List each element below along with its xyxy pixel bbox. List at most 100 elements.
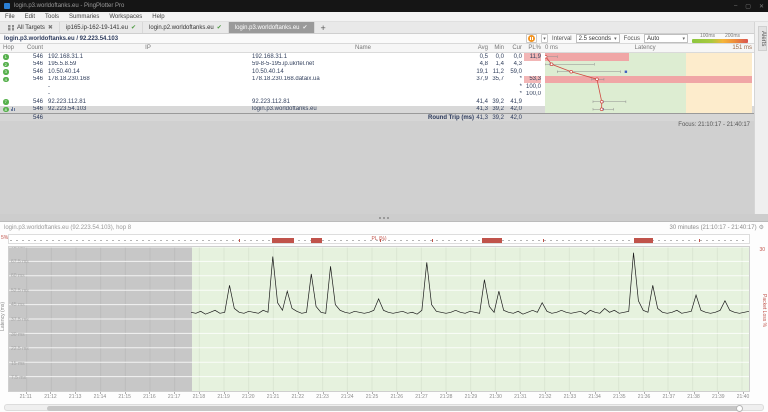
header-avg[interactable]: Avg: [458, 44, 488, 52]
count-cell: [16, 91, 43, 99]
header-hop[interactable]: Hop: [3, 44, 16, 52]
trace-table-body: 1 546 192.168.31.1 192.168.31.1 0,5 0,0 0,0 11,…: [0, 53, 768, 113]
pause-button[interactable]: [525, 34, 537, 43]
packet-loss-strip[interactable]: PL (%): [8, 234, 750, 244]
time-tick-label: 21:37: [662, 394, 676, 400]
focus-select[interactable]: Auto ▾: [644, 34, 688, 43]
packet-loss-cell: 11,9: [524, 53, 541, 61]
time-tick-label: 21:26: [390, 394, 403, 400]
tab-target-2[interactable]: login.p3.worldoftanks.eu ✔: [228, 22, 315, 33]
header-ip[interactable]: IP: [48, 44, 248, 52]
y-axis-label: Latency (ms): [0, 302, 6, 331]
focus-label: Focus: [623, 35, 640, 42]
scrollbar-handle[interactable]: [46, 404, 744, 412]
cur-cell: *: [519, 91, 522, 98]
packet-loss-tick: [543, 238, 545, 242]
ip-cell: -: [48, 83, 50, 90]
interval-select[interactable]: 2.5 seconds ▾: [575, 34, 620, 43]
panel-splitter[interactable]: [0, 214, 768, 221]
maximize-button[interactable]: ▢: [745, 3, 751, 10]
hop-number-badge: 1: [3, 54, 9, 60]
pingplotter-window: login.p3.worldoftanks.eu - PingPlotter P…: [0, 0, 768, 412]
time-tick-label: 21:22: [291, 394, 305, 400]
legend-gradient-bar: [692, 39, 748, 43]
app-icon: [4, 3, 10, 9]
packet-loss-block: [481, 237, 503, 243]
new-tab-button[interactable]: +: [315, 22, 332, 33]
timeline-panel: login.p3.worldoftanks.eu (92.223.54.103)…: [0, 221, 768, 412]
packet-loss-cell: [524, 68, 541, 76]
menu-item-workspaces[interactable]: Workspaces: [109, 14, 142, 20]
packet-loss-tick: [431, 238, 433, 242]
close-icon[interactable]: ✖: [48, 24, 53, 31]
avg-cell: 41,3: [476, 106, 488, 113]
round-trip-row[interactable]: 546 Round Trip (ms) 41,3 39,2 42,0: [0, 113, 768, 121]
alerts-panel-tab[interactable]: Alerts: [758, 26, 767, 52]
timeline-range-label[interactable]: 30 minutes (21:10:17 - 21:40:17): [670, 225, 757, 231]
close-button[interactable]: ✕: [759, 3, 764, 10]
menu-item-file[interactable]: File: [5, 14, 15, 20]
round-trip-count: 546: [32, 114, 43, 121]
avg-cell: 0,5: [479, 53, 488, 60]
header-cur[interactable]: Cur: [506, 44, 522, 52]
packet-loss-cell: 100,0: [525, 83, 541, 90]
time-tick-label: 21:13: [68, 394, 82, 400]
time-tick-label: 21:32: [538, 394, 552, 400]
timeline-graph[interactable]: 75 ms 67.5 ms 60 ms 52.5 ms 45 ms 37.5 ms 30 m…: [8, 246, 750, 392]
ip-cell: 10.50.40.14: [48, 68, 80, 75]
header-min[interactable]: Min: [490, 44, 504, 52]
hop-number-badge: 8: [3, 106, 9, 112]
minimize-button[interactable]: –: [734, 3, 737, 10]
y-tick-label: 45 ms: [11, 302, 25, 309]
min-cell: 35,7: [492, 76, 504, 83]
count-cell: 546: [32, 61, 43, 68]
name-cell: 178.18.230.168.dataix.ua: [252, 76, 320, 83]
name-cell: 192.168.31.1: [252, 53, 288, 60]
scrollbar-knob[interactable]: [736, 404, 744, 412]
packet-loss-right-scale: 30: [759, 247, 765, 253]
tab-target-0[interactable]: ip165.ip-162-19-141.eu ✔: [60, 22, 144, 33]
min-cell: [490, 83, 504, 91]
menu-item-edit[interactable]: Edit: [25, 14, 35, 20]
time-tick-label: 21:15: [118, 394, 131, 400]
cur-cell: 0,0: [513, 53, 522, 60]
cur-cell: 41,9: [510, 98, 522, 105]
workspace-empty-area: [0, 129, 768, 214]
avg-cell: [458, 91, 488, 99]
time-tick-label: 21:19: [217, 394, 230, 400]
min-cell: 11,2: [492, 68, 504, 75]
header-count[interactable]: Count: [16, 44, 43, 52]
tab-all-targets[interactable]: All Targets ✖: [2, 22, 60, 33]
trace-table-header: Hop Count IP Name Avg Min Cur PL% 0 ms L…: [0, 44, 768, 53]
gear-icon[interactable]: ⚙: [759, 224, 764, 231]
hop-cell: 7: [3, 98, 16, 106]
header-pl[interactable]: PL%: [524, 44, 541, 52]
focus-range-label: Focus: 21:10:17 - 21:40:17: [0, 121, 768, 129]
count-cell: [16, 83, 43, 91]
min-cell: 39,2: [492, 106, 504, 113]
header-name[interactable]: Name: [252, 44, 474, 52]
packet-loss-block: [310, 237, 323, 243]
tab-label: login.p2.worldoftanks.eu: [149, 24, 214, 31]
hop-cell: 8: [3, 106, 16, 114]
tab-target-1[interactable]: login.p2.worldoftanks.eu ✔: [143, 22, 229, 33]
menu-item-tools[interactable]: Tools: [45, 14, 59, 20]
hop-cell: 2: [3, 61, 16, 69]
latency-graph[interactable]: [545, 53, 752, 113]
timeline-scrollbar[interactable]: [4, 404, 764, 412]
menu-item-summaries[interactable]: Summaries: [69, 14, 99, 20]
round-trip-min: 39,2: [492, 114, 504, 121]
time-tick-label: 21:17: [167, 394, 181, 400]
latency-title: Latency: [634, 45, 656, 51]
min-cell: [490, 91, 504, 99]
pause-dropdown-button[interactable]: ▾: [540, 34, 548, 43]
menu-item-help[interactable]: Help: [152, 14, 164, 20]
latency-max-label: 151 ms: [732, 45, 752, 51]
avg-cell: 4,8: [479, 61, 488, 68]
time-tick-label: 21:12: [44, 394, 57, 400]
window-title: login.p3.worldoftanks.eu - PingPlotter P…: [14, 3, 125, 9]
time-tick-label: 21:30: [489, 394, 502, 400]
ip-cell: 92.223.112.81: [48, 98, 86, 105]
name-cell: 59-8-5-195.ip.ukrtel.net: [252, 61, 315, 68]
timeline-graph-icon: [10, 107, 15, 112]
